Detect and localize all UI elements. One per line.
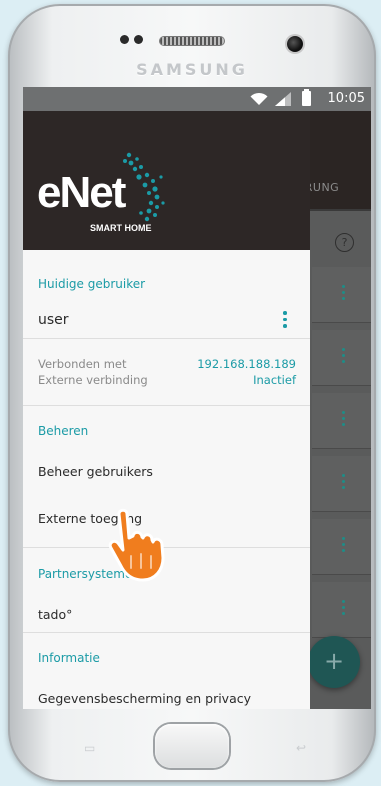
section-title-information: Informatie bbox=[38, 651, 100, 665]
list-item[interactable] bbox=[312, 267, 371, 323]
earpiece-speaker bbox=[160, 37, 224, 45]
username: user bbox=[38, 312, 69, 328]
help-icon[interactable]: ? bbox=[335, 233, 354, 252]
home-button[interactable] bbox=[155, 724, 229, 768]
wifi-icon bbox=[250, 92, 268, 105]
more-options-icon[interactable] bbox=[342, 285, 346, 303]
list-item[interactable] bbox=[312, 456, 371, 512]
connected-ip: 192.168.188.189 bbox=[197, 357, 296, 371]
pointer-hand-icon bbox=[108, 508, 165, 582]
battery-icon bbox=[302, 89, 311, 106]
logo-tagline: SMART HOME bbox=[90, 223, 152, 233]
divider bbox=[23, 632, 310, 633]
more-options-icon[interactable] bbox=[342, 411, 346, 429]
menu-item-manage-users[interactable]: Beheer gebruikers bbox=[38, 464, 153, 479]
screen: 10:05 AUTOMATISIERUNG ? + eNet bbox=[23, 87, 371, 709]
more-options-icon[interactable] bbox=[342, 474, 346, 492]
user-menu-icon[interactable] bbox=[283, 311, 289, 329]
enet-logo-icon bbox=[123, 152, 165, 222]
device-brand: SAMSUNG bbox=[136, 60, 248, 79]
external-connection-label: Externe verbinding bbox=[38, 373, 148, 387]
navigation-drawer: eNet SMART HOME Huidige gebruiker user V… bbox=[23, 111, 310, 709]
list-item[interactable] bbox=[312, 519, 371, 575]
signal-icon bbox=[275, 92, 291, 106]
more-options-icon[interactable] bbox=[342, 348, 346, 366]
drawer-header: eNet SMART HOME bbox=[23, 111, 310, 250]
menu-item-privacy[interactable]: Gegevensbescherming en privacy bbox=[38, 691, 251, 706]
external-connection-status: Inactief bbox=[253, 373, 296, 387]
add-fab-button[interactable]: + bbox=[308, 636, 360, 688]
status-time: 10:05 bbox=[327, 91, 365, 106]
menu-item-tado[interactable]: tado° bbox=[38, 607, 72, 622]
back-key-icon[interactable]: ↩ bbox=[296, 741, 312, 755]
list-item[interactable] bbox=[312, 393, 371, 449]
section-title-current-user: Huidige gebruiker bbox=[38, 277, 146, 291]
divider bbox=[23, 338, 310, 339]
front-camera bbox=[287, 36, 303, 52]
list-item[interactable] bbox=[312, 582, 371, 638]
list-item[interactable] bbox=[312, 330, 371, 386]
sensor-dot bbox=[134, 35, 143, 44]
status-bar: 10:05 bbox=[23, 87, 371, 111]
sensor-dot bbox=[120, 35, 129, 44]
divider bbox=[23, 405, 310, 406]
more-options-icon[interactable] bbox=[342, 537, 346, 555]
section-title-manage: Beheren bbox=[38, 424, 89, 438]
more-options-icon[interactable] bbox=[342, 600, 346, 618]
recent-apps-key-icon[interactable]: ▭ bbox=[84, 741, 100, 755]
connected-label: Verbonden met bbox=[38, 357, 127, 371]
enet-logo: eNet bbox=[37, 168, 126, 217]
